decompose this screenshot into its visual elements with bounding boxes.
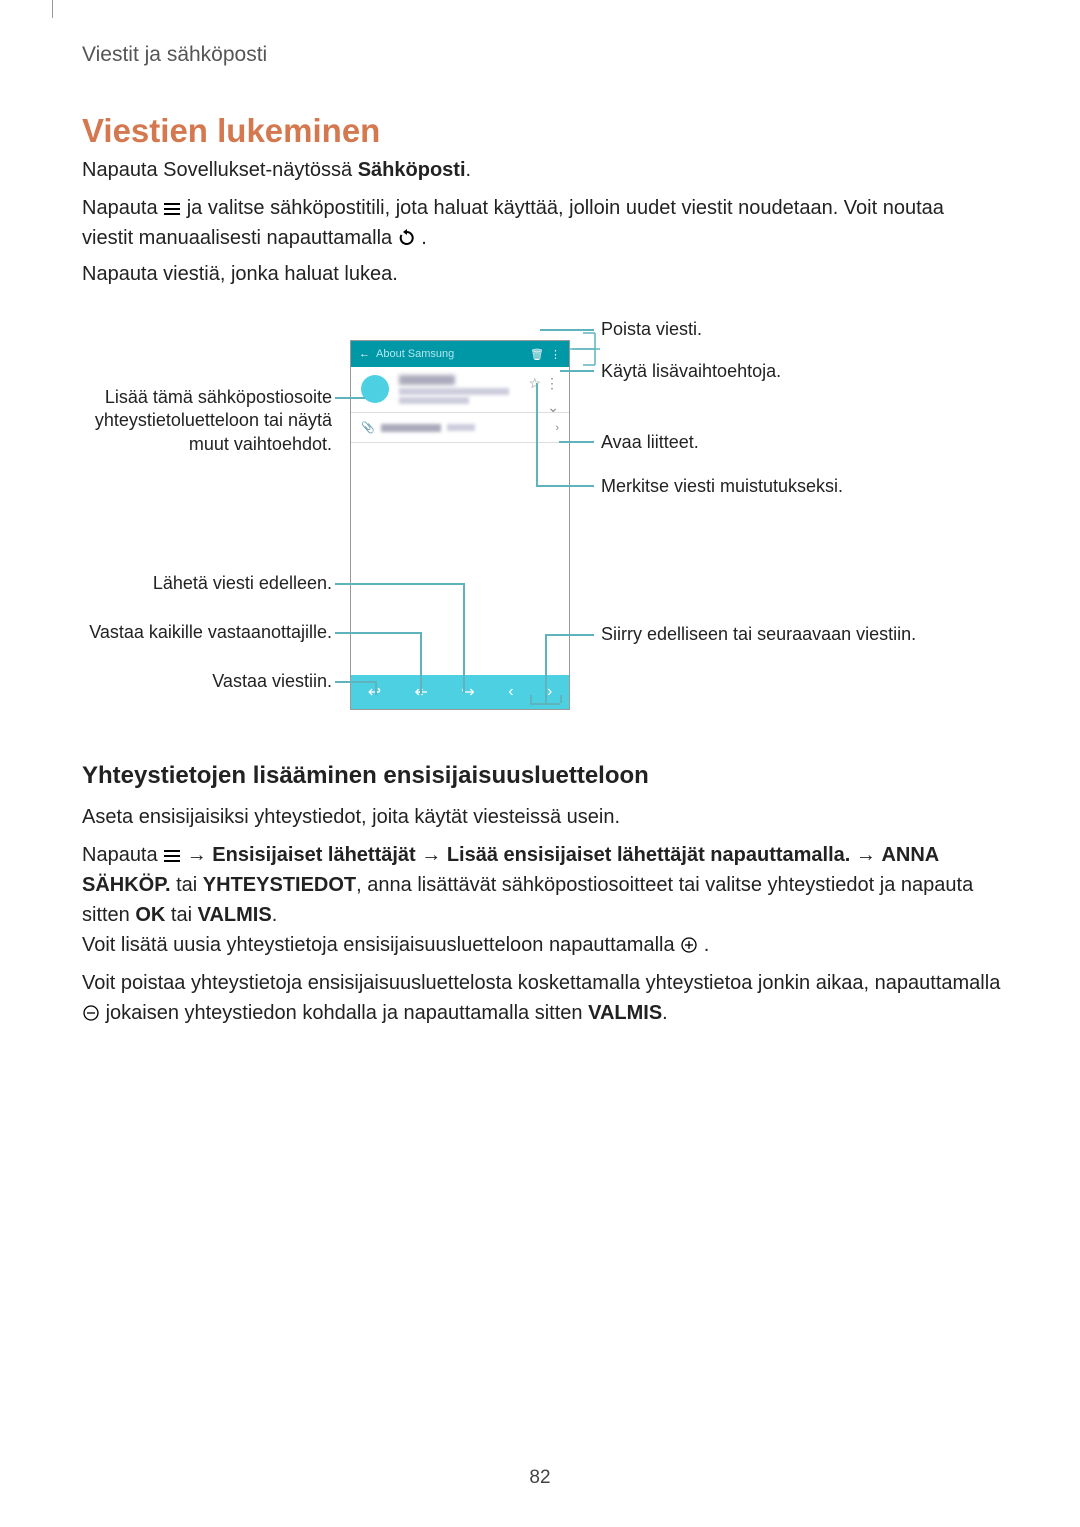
expand-icon[interactable]: ⌄ — [547, 399, 559, 416]
p5-mid: tai — [171, 874, 203, 896]
p2-mid: ja valitse sähköpostitili, jota haluat k… — [82, 197, 944, 249]
sender-date-blur — [399, 397, 469, 404]
p7-bold: VALMIS — [588, 1002, 662, 1024]
page-edge — [52, 0, 53, 18]
trash-icon[interactable]: 🗑 — [530, 348, 544, 361]
circle-plus-icon — [680, 936, 698, 954]
ann-line-pn-top — [545, 634, 594, 636]
circle-minus-icon — [82, 1004, 100, 1022]
p2-prefix: Napauta — [82, 197, 163, 219]
prev-icon[interactable]: ‹ — [508, 683, 513, 701]
paperclip-icon: 📎 — [361, 421, 375, 434]
ann-add-contact: Lisää tämä sähköpostiosoite yhteystietol… — [82, 386, 332, 456]
ann-options: Käytä lisävaihtoehtoja. — [601, 360, 781, 383]
ann-line-reply-v — [375, 681, 377, 695]
ann-line-pn-v2 — [560, 695, 562, 703]
ann-line-options — [560, 370, 594, 372]
p5-b1: Ensisijaiset lähettäjät — [212, 844, 415, 866]
back-icon[interactable]: ← — [359, 348, 370, 360]
paragraph-3: Napauta viestiä, jonka haluat lukea. — [82, 263, 398, 286]
arrow1: → — [187, 844, 213, 866]
breadcrumb: Viestit ja sähköposti — [82, 43, 267, 67]
sender-info — [399, 375, 509, 404]
refresh-icon — [398, 229, 416, 247]
p5-prefix: Napauta — [82, 844, 163, 866]
p5-b5: OK — [135, 904, 165, 926]
ann-prevnext: Siirry edelliseen tai seuraavaan viestii… — [601, 623, 931, 646]
section-title: Viestien lukeminen — [82, 112, 380, 150]
more-icon[interactable]: ⋮ — [545, 375, 559, 392]
ann-line-delete — [540, 329, 594, 331]
ann-line-pn-up — [545, 634, 547, 703]
sender-email-blur — [399, 388, 509, 395]
p7-prefix: Voit poistaa yhteystietoja ensisijaisuus… — [82, 972, 1000, 994]
subsection-title: Yhteystietojen lisääminen ensisijaisuusl… — [82, 762, 649, 790]
p6-suffix: . — [704, 934, 710, 956]
menu-icon — [163, 849, 181, 863]
p1-bold: Sähköposti — [358, 159, 466, 181]
paragraph-2: Napauta ja valitse sähköpostitili, jota … — [82, 193, 982, 253]
ann-line-replyall — [335, 632, 420, 634]
p5-b2: Lisää ensisijaiset lähettäjät napauttama… — [447, 844, 851, 866]
ann-line-pn-v1 — [530, 695, 532, 703]
paragraph-5: Napauta → Ensisijaiset lähettäjät → Lisä… — [82, 840, 1002, 930]
phone-topbar: ← About Samsung 🗑 ⋮ — [351, 341, 569, 367]
p5-suffix: . — [272, 904, 278, 926]
ann-forward: Lähetä viesti edelleen. — [82, 572, 332, 595]
paragraph-7: Voit poistaa yhteystietoja ensisijaisuus… — [82, 968, 1002, 1028]
ann-attachments: Avaa liitteet. — [601, 431, 699, 454]
attachment-chevron-icon: › — [555, 422, 559, 434]
ann-line-reply — [335, 681, 375, 683]
ann-line-reminder-v — [536, 383, 538, 485]
ann-line-reminder — [536, 485, 594, 487]
menu-icon — [163, 202, 181, 216]
ann-delete: Poista viesti. — [601, 318, 702, 341]
p6-prefix: Voit lisätä uusia yhteystietoja ensisija… — [82, 934, 680, 956]
page-number: 82 — [529, 1467, 550, 1489]
ann-line-forward-v — [463, 583, 465, 693]
paragraph-4: Aseta ensisijaisiksi yhteystiedot, joita… — [82, 806, 620, 829]
sender-name-blur — [399, 375, 455, 385]
paragraph-6: Voit lisätä uusia yhteystietoja ensisija… — [82, 934, 709, 957]
next-icon[interactable]: › — [547, 683, 552, 701]
attachment-size-blur — [447, 424, 475, 431]
p5-b6: VALMIS — [198, 904, 272, 926]
overflow-icon[interactable]: ⋮ — [550, 348, 561, 361]
ann-reply-all: Vastaa kaikille vastaanottajille. — [82, 621, 332, 644]
phone-title: About Samsung — [376, 348, 524, 360]
arrow2: → — [416, 844, 447, 866]
ann-reply: Vastaa viestiin. — [82, 670, 332, 693]
arrow3: → — [850, 844, 881, 866]
p2-suffix: . — [421, 227, 427, 249]
attachment-name-blur — [381, 424, 441, 432]
ann-reminder: Merkitse viesti muistutukseksi. — [601, 475, 843, 498]
p1-suffix: . — [466, 159, 472, 181]
ann-line-forward — [335, 583, 463, 585]
ann-line-pn-h — [530, 703, 560, 705]
p5-b4: YHTEYSTIEDOT — [203, 874, 356, 896]
star-icon[interactable]: ☆ — [528, 375, 541, 392]
ann-line-replyall-v — [420, 632, 422, 694]
avatar[interactable] — [361, 375, 389, 403]
paragraph-1: Napauta Sovellukset-näytössä Sähköposti. — [82, 159, 471, 182]
p7-suffix: . — [662, 1002, 668, 1024]
ann-line-contact — [335, 397, 365, 399]
p5-mid3: tai — [165, 904, 197, 926]
p7-mid: jokaisen yhteystiedon kohdalla ja napaut… — [106, 1002, 589, 1024]
ann-line-attach — [559, 441, 594, 443]
p1-prefix: Napauta Sovellukset-näytössä — [82, 159, 358, 181]
